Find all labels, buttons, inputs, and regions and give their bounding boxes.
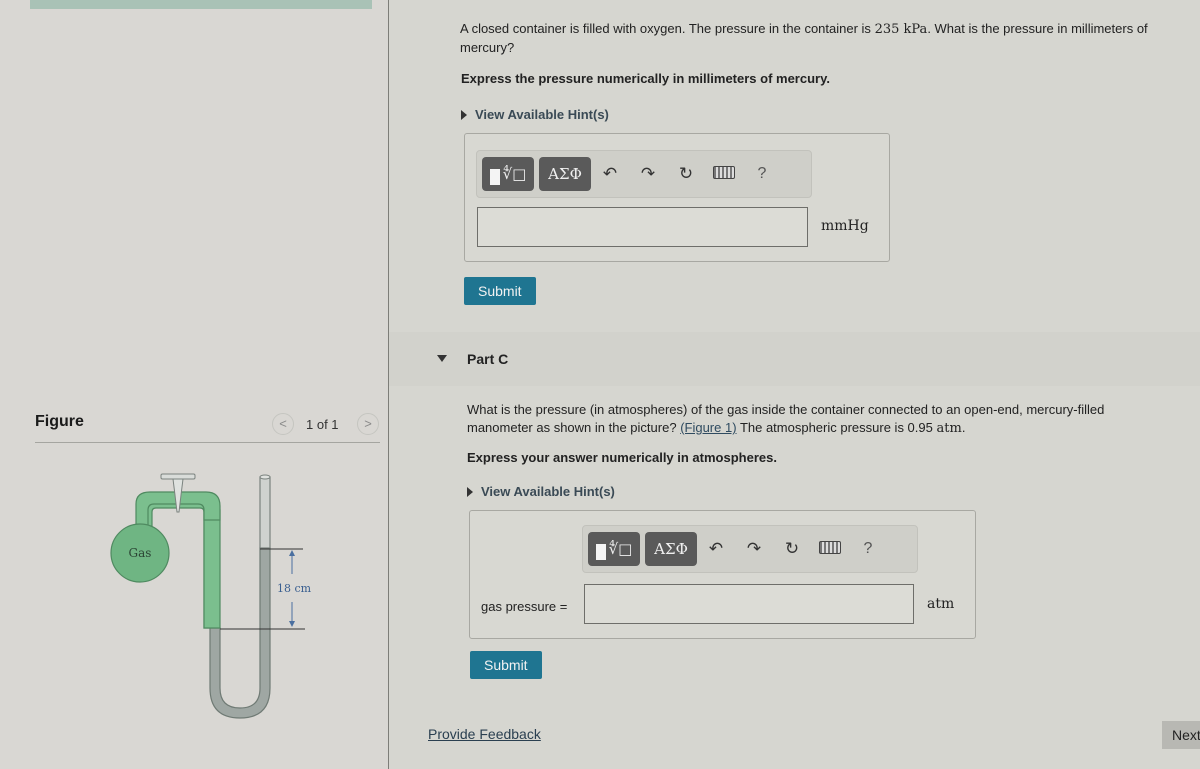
part-c-math-toolbar: ∜□ ΑΣΦ ↶ ↷ ↻ ? <box>582 525 918 573</box>
stopcock-handle <box>160 473 196 480</box>
keyboard-icon[interactable] <box>811 539 849 559</box>
reset-icon[interactable]: ↻ <box>773 539 811 559</box>
caret-right-icon <box>461 110 467 120</box>
height-label: 18 cm <box>277 582 312 595</box>
next-button[interactable]: Next <box>1162 721 1200 749</box>
part-c-title[interactable]: Part C <box>467 351 508 367</box>
reset-icon[interactable]: ↻ <box>667 164 705 184</box>
undo-icon[interactable]: ↶ <box>697 539 735 559</box>
manometer-open-tube <box>259 476 271 549</box>
gas-pressure-label: gas pressure = <box>481 599 568 614</box>
arrow-down-icon <box>289 621 295 627</box>
part-b-pressure-value: 235 kPa <box>874 22 928 37</box>
help-button[interactable]: ? <box>743 165 781 183</box>
part-b-submit-button[interactable]: Submit <box>464 277 536 305</box>
greek-symbols-button[interactable]: ΑΣΦ <box>645 532 697 566</box>
part-b-question: A closed container is filled with oxygen… <box>460 20 1200 57</box>
part-c-question-line2: manometer as shown in the picture? (Figu… <box>467 420 966 436</box>
undo-icon[interactable]: ↶ <box>591 164 629 184</box>
provide-feedback-link[interactable]: Provide Feedback <box>428 726 541 742</box>
part-b-math-toolbar: ∜□ ΑΣΦ ↶ ↷ ↻ ? <box>476 150 812 198</box>
radical-icon: ∜□ <box>502 165 527 183</box>
part-c-question-pre: manometer as shown in the picture? <box>467 420 677 435</box>
figure-next-button[interactable]: > <box>357 413 379 435</box>
figure-title: Figure <box>35 413 84 430</box>
templates-icon <box>595 544 606 560</box>
greek-symbols-button[interactable]: ΑΣΦ <box>539 157 591 191</box>
figure-1-link[interactable]: (Figure 1) <box>680 420 736 435</box>
templates-button[interactable]: ∜□ <box>482 157 534 191</box>
figure-header-rule <box>35 442 380 443</box>
figure-prev-button[interactable]: < <box>272 413 294 435</box>
figure-page-count: 1 of 1 <box>306 417 339 432</box>
part-b-unit: mmHg <box>821 218 869 234</box>
part-b-question-text: A closed container is filled with oxygen… <box>460 21 871 36</box>
manometer-figure: Gas 18 cm <box>110 473 312 719</box>
caret-down-icon[interactable] <box>437 355 447 362</box>
part-c-submit-button[interactable]: Submit <box>470 651 542 679</box>
redo-icon[interactable]: ↷ <box>629 164 667 184</box>
open-tube-end <box>259 474 271 480</box>
part-b-answer-input[interactable] <box>477 207 808 247</box>
templates-icon <box>489 169 500 185</box>
top-banner-strip <box>30 0 372 9</box>
part-c-unit: atm <box>927 596 955 612</box>
part-c-hint-toggle[interactable]: View Available Hint(s) <box>467 484 615 499</box>
help-button[interactable]: ? <box>849 540 887 558</box>
part-b-hint-toggle[interactable]: View Available Hint(s) <box>461 107 609 122</box>
gas-label: Gas <box>129 546 152 560</box>
part-c-instruction: Express your answer numerically in atmos… <box>467 450 777 465</box>
part-c-question-post: The atmospheric pressure is 0.95 <box>739 420 933 435</box>
part-b-hint-label: View Available Hint(s) <box>475 107 609 122</box>
templates-button[interactable]: ∜□ <box>588 532 640 566</box>
part-c-hint-label: View Available Hint(s) <box>481 484 615 499</box>
part-c-header[interactable] <box>389 332 1200 386</box>
gas-pressure-input[interactable] <box>584 584 914 624</box>
part-c-atm-inline: atm <box>936 421 962 436</box>
radical-icon: ∜□ <box>608 540 633 558</box>
redo-icon[interactable]: ↷ <box>735 539 773 559</box>
part-c-question: What is the pressure (in atmospheres) of… <box>467 401 1187 438</box>
caret-right-icon <box>467 487 473 497</box>
arrow-up-icon <box>289 550 295 556</box>
part-b-instruction: Express the pressure numerically in mill… <box>461 71 830 86</box>
keyboard-icon[interactable] <box>705 164 743 184</box>
part-c-question-line1: What is the pressure (in atmospheres) of… <box>467 402 1105 417</box>
